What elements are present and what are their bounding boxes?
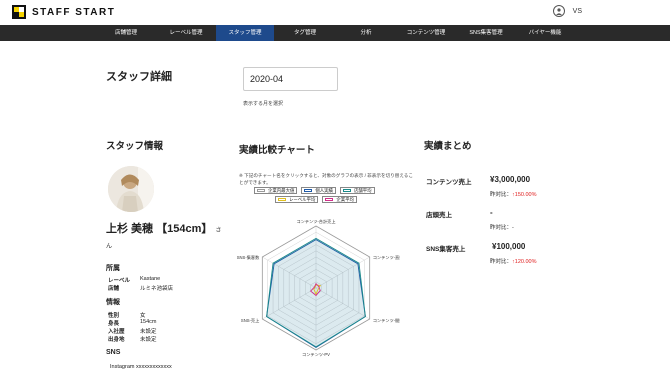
label-key: レーベル xyxy=(108,278,131,284)
legend-swatch xyxy=(342,189,351,192)
shop-sales-value: - xyxy=(490,208,493,217)
sns-sales-yoy: 昨対比：↑120.00% xyxy=(490,257,536,265)
chart-legend-row-1: 企業内最大値 個人実績 店舗平均 xyxy=(254,187,375,194)
legend-item-personal[interactable]: 個人実績 xyxy=(301,187,336,194)
radar-axis-label: コンテンツ-直接売上 xyxy=(373,254,400,261)
legend-item-label-avg[interactable]: レーベル平均 xyxy=(275,196,319,203)
height-row: 身長 154cm xyxy=(108,319,157,327)
sns-yoy-prefix: 昨対比： xyxy=(490,259,513,265)
content-sales-label: コンテンツ売上 xyxy=(426,179,472,186)
nav-item-label[interactable]: レーベル管理 xyxy=(156,25,216,41)
gender-key: 性別 xyxy=(108,313,120,319)
content-yoy-value: ↑150.00% xyxy=(512,192,537,198)
legend-swatch xyxy=(278,198,286,201)
legend-label: 店舗平均 xyxy=(353,188,372,193)
legend-label: 個人実績 xyxy=(315,188,333,193)
content-sales-value: ¥3,000,000 xyxy=(490,175,531,184)
main-nav: 店舗管理 レーベル管理 スタッフ管理 タグ管理 分析 コンテンツ管理 SNS集客… xyxy=(0,25,670,41)
radar-chart: コンテンツ-合計売上コンテンツ-直接売上コンテンツ-間接売上コンテンツ-PV SN… xyxy=(237,218,400,358)
shop-sales-yoy: 昨対比：- xyxy=(490,225,514,231)
joined-row: 入社歴 未設定 xyxy=(108,327,157,335)
info-title: 情報 xyxy=(106,299,120,306)
staff-name: 上杉 美穂 【154cm】 さ xyxy=(106,220,221,236)
legend-label: レーベル平均 xyxy=(289,197,316,202)
label-row: レーベル Kastane xyxy=(108,276,160,284)
month-hint: 表示する月を選択 xyxy=(243,101,284,107)
height-value: 154cm xyxy=(140,319,157,325)
shop-sales-label: 店頭売上 xyxy=(426,212,452,219)
sns-sales-value: ¥100,000 xyxy=(492,242,526,251)
logo-icon xyxy=(12,5,26,19)
staff-info-title: スタッフ情報 xyxy=(106,141,164,152)
legend-item-company-max[interactable]: 企業内最大値 xyxy=(254,187,298,194)
avatar xyxy=(108,166,154,212)
legend-swatch xyxy=(325,198,334,201)
legend-label: 企業内最大値 xyxy=(268,188,295,193)
origin-value: 未設定 xyxy=(140,337,157,343)
sns-account[interactable]: Instagram xxxxxxxxxxxxx xyxy=(110,364,172,370)
summary-title: 実績まとめ xyxy=(424,141,472,152)
sns-title: SNS xyxy=(106,349,121,356)
legend-item-shop-avg[interactable]: 店舗平均 xyxy=(339,187,375,194)
shop-row: 店舗 ルミネ池袋店 xyxy=(108,284,173,292)
content-yoy-prefix: 昨対比： xyxy=(490,192,513,198)
chart-title: 実績比較チャート xyxy=(239,145,315,156)
nav-item-shop[interactable]: 店舗管理 xyxy=(96,25,156,41)
chart-note: ※ 下記のチャート名をクリックすると、対象のグラフの表示 / 非表示を切り替える… xyxy=(239,173,413,185)
gender-value: 女 xyxy=(140,313,146,319)
staff-name-suffix: さ xyxy=(215,228,222,234)
nav-item-analytics[interactable]: 分析 xyxy=(336,25,396,41)
radar-axis-label: SNS-売上 xyxy=(241,317,259,324)
affiliation-title: 所属 xyxy=(106,265,120,272)
user-menu[interactable]: VS xyxy=(552,5,582,17)
radar-axis-label: コンテンツ-間接売上 xyxy=(373,317,400,324)
height-key: 身長 xyxy=(108,321,120,327)
content-sales-yoy: 昨対比：↑150.00% xyxy=(490,190,536,198)
joined-key: 入社歴 xyxy=(108,329,125,335)
user-icon xyxy=(552,5,565,17)
staff-name-suffix-wrap: ん xyxy=(106,244,113,250)
joined-value: 未設定 xyxy=(140,329,157,335)
nav-item-tag[interactable]: タグ管理 xyxy=(274,25,336,41)
staff-name-text: 上杉 美穂 【154cm】 xyxy=(106,223,213,235)
sns-sales-label: SNS集客売上 xyxy=(426,246,466,253)
nav-item-staff[interactable]: スタッフ管理 xyxy=(216,25,274,41)
origin-row: 出身地 未設定 xyxy=(108,335,157,343)
legend-item-company-avg[interactable]: 企業平均 xyxy=(322,196,357,203)
radar-axis-label: コンテンツ-合計売上 xyxy=(296,218,335,225)
nav-item-sns[interactable]: SNS集客管理 xyxy=(456,25,516,41)
legend-swatch xyxy=(257,189,265,192)
radar-axis-label: コンテンツ-PV xyxy=(302,352,330,358)
radar-axis-label: SNS-集客数 xyxy=(237,254,260,261)
chart-legend-row-2: レーベル平均 企業平均 xyxy=(275,196,357,203)
page-title: スタッフ詳細 xyxy=(106,71,172,83)
nav-item-content[interactable]: コンテンツ管理 xyxy=(396,25,456,41)
app-header: STAFF START VS xyxy=(0,0,670,25)
logo[interactable]: STAFF START xyxy=(12,5,115,19)
legend-label: 企業平均 xyxy=(336,197,354,202)
legend-swatch xyxy=(304,189,313,192)
logo-text: STAFF START xyxy=(32,6,116,18)
origin-key: 出身地 xyxy=(108,337,125,343)
sns-yoy-value: ↑120.00% xyxy=(512,259,537,265)
label-value: Kastane xyxy=(140,276,161,282)
month-input[interactable]: 2020-04 xyxy=(243,67,338,91)
shop-key: 店舗 xyxy=(108,286,120,292)
user-label: VS xyxy=(572,7,582,15)
nav-item-buyer[interactable]: バイヤー機能 xyxy=(516,25,574,41)
gender-row: 性別 女 xyxy=(108,311,146,319)
shop-value: ルミネ池袋店 xyxy=(140,286,174,292)
